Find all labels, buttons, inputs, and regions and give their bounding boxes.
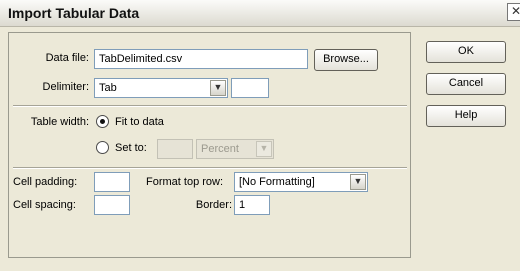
- import-tabular-data-dialog: Import Tabular Data ✕ Data file: TabDeli…: [0, 0, 520, 271]
- ok-button[interactable]: OK: [426, 41, 506, 63]
- cancel-button[interactable]: Cancel: [426, 73, 506, 95]
- format-top-row-label: Format top row:: [146, 176, 224, 188]
- border-input[interactable]: 1: [234, 195, 270, 215]
- delimiter-label: Delimiter:: [42, 81, 89, 93]
- width-unit-selected-value: Percent: [201, 143, 239, 155]
- title-bar[interactable]: Import Tabular Data ✕: [0, 0, 520, 27]
- data-file-label: Data file:: [45, 52, 89, 64]
- set-to-label[interactable]: Set to:: [115, 142, 147, 154]
- border-label: Border:: [195, 199, 232, 211]
- fit-to-data-radio[interactable]: [96, 115, 109, 128]
- cell-spacing-label: Cell spacing:: [13, 199, 76, 211]
- format-top-row-select[interactable]: [No Formatting] ▼: [234, 172, 368, 192]
- chevron-down-icon[interactable]: ▼: [210, 80, 226, 96]
- delimiter-selected-value: Tab: [99, 82, 117, 94]
- options-panel: Data file: TabDelimited.csv Browse... De…: [8, 32, 411, 258]
- browse-button[interactable]: Browse...: [314, 49, 378, 71]
- help-button[interactable]: Help: [426, 105, 506, 127]
- section-divider: [13, 105, 407, 107]
- delimiter-select[interactable]: Tab ▼: [94, 78, 228, 98]
- cell-padding-label: Cell padding:: [13, 176, 78, 188]
- fit-to-data-label[interactable]: Fit to data: [115, 116, 164, 128]
- close-icon[interactable]: ✕: [507, 3, 520, 21]
- radio-selected-dot: [100, 119, 105, 124]
- dialog-title: Import Tabular Data: [8, 5, 140, 21]
- chevron-down-icon[interactable]: ▼: [256, 141, 272, 157]
- section-divider: [13, 167, 407, 169]
- set-to-radio[interactable]: [96, 141, 109, 154]
- data-file-input[interactable]: TabDelimited.csv: [94, 49, 308, 69]
- delimiter-other-input[interactable]: [231, 78, 269, 98]
- table-width-label: Table width:: [30, 116, 89, 128]
- chevron-down-icon[interactable]: ▼: [350, 174, 366, 190]
- set-to-width-input[interactable]: [157, 139, 193, 159]
- format-top-row-selected-value: [No Formatting]: [239, 176, 315, 188]
- cell-padding-input[interactable]: [94, 172, 130, 192]
- width-unit-select[interactable]: Percent ▼: [196, 139, 274, 159]
- cell-spacing-input[interactable]: [94, 195, 130, 215]
